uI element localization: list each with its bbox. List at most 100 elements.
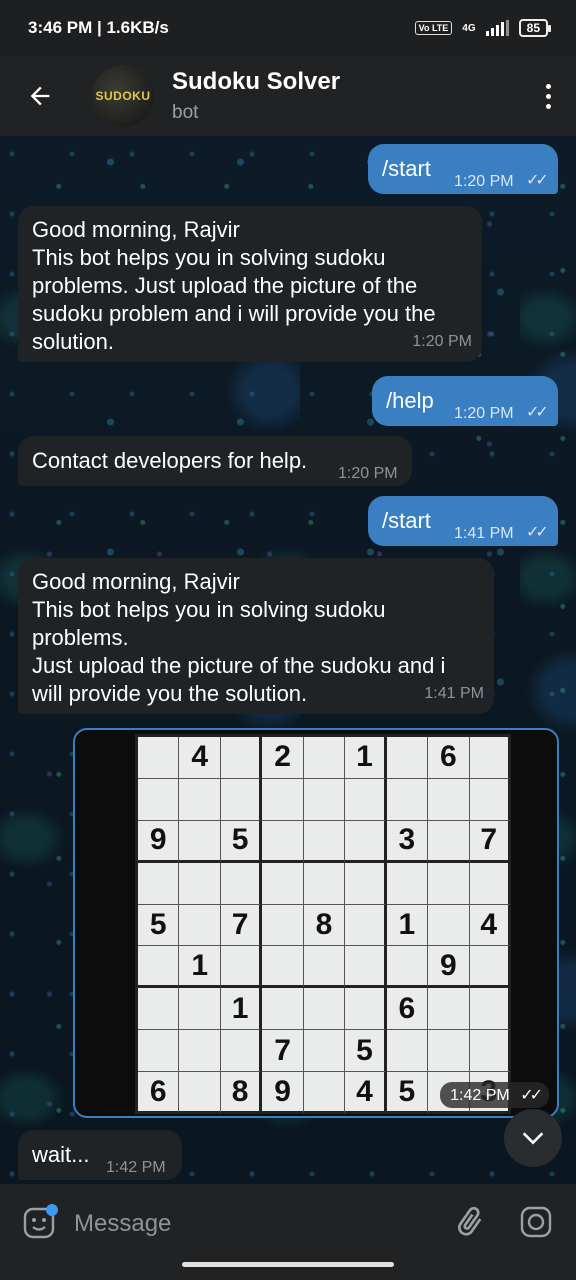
sudoku-cell (469, 778, 511, 821)
sudoku-cell (179, 1072, 221, 1114)
message-line: problems. (32, 625, 129, 650)
sudoku-cell (469, 946, 511, 989)
status-icons: Vo LTE 4G 85 (414, 19, 552, 37)
sudoku-cell (386, 946, 429, 989)
sudoku-cell: 4 (179, 737, 221, 779)
sudoku-cell (303, 1072, 346, 1114)
sudoku-cell (428, 862, 470, 905)
sudoku-cell (469, 862, 511, 905)
outgoing-message[interactable]: /start 1:20 PM ✓✓ (368, 144, 558, 194)
sudoku-cell (179, 778, 221, 821)
sudoku-cell: 4 (469, 904, 511, 947)
sudoku-cell: 9 (138, 820, 180, 863)
sudoku-cell (138, 737, 180, 779)
back-button[interactable] (0, 56, 80, 136)
sudoku-cell: 1 (179, 946, 221, 989)
message-text: /start (382, 156, 431, 181)
photo-message[interactable]: 4216953757814191675689453 1:42 PM ✓✓ (73, 728, 559, 1118)
incoming-message[interactable]: Contact developers for help. 1:20 PM (18, 436, 412, 486)
sudoku-cell (386, 737, 429, 779)
message-line: will provide you the solution. (32, 681, 308, 706)
home-indicator[interactable] (182, 1262, 394, 1267)
sudoku-cell (262, 988, 304, 1031)
photo-time-badge: 1:42 PM ✓✓ (440, 1082, 549, 1108)
sudoku-cell (303, 862, 346, 905)
sudoku-cell (469, 737, 511, 779)
sudoku-cell (138, 862, 180, 905)
message-input[interactable] (74, 1206, 434, 1242)
more-menu-button[interactable] (520, 56, 576, 136)
sudoku-cell (386, 778, 429, 821)
sudoku-cell (179, 1030, 221, 1073)
message-line: problems. Just upload the picture of the (32, 273, 418, 298)
message-text: wait... (32, 1142, 90, 1167)
sudoku-cell (386, 862, 429, 905)
sudoku-cell (138, 946, 180, 989)
sudoku-cell (220, 778, 263, 821)
sudoku-cell: 1 (220, 988, 263, 1031)
message-time: 1:41 PM (424, 685, 484, 702)
message-time: 1:42 PM (450, 1087, 510, 1104)
sudoku-cell: 9 (262, 1072, 304, 1114)
sudoku-cell: 1 (386, 904, 429, 947)
chat-title-block[interactable]: Sudoku Solver bot (172, 68, 340, 124)
sudoku-cell: 7 (262, 1030, 304, 1073)
sudoku-cell (262, 904, 304, 947)
sudoku-cell (262, 820, 304, 863)
camera-button[interactable] (518, 1204, 554, 1240)
outgoing-message[interactable]: /start 1:41 PM ✓✓ (368, 496, 558, 546)
sudoku-grid: 4216953757814191675689453 (135, 734, 511, 1114)
sudoku-cell: 5 (345, 1030, 387, 1073)
message-time: 1:41 PM (454, 525, 514, 542)
message-time: 1:20 PM (454, 173, 514, 190)
chat-header: SUDOKU Sudoku Solver bot (0, 56, 576, 136)
message-line: sudoku problem and i will provide you th… (32, 301, 436, 326)
sudoku-cell (220, 946, 263, 989)
sudoku-cell: 5 (220, 820, 263, 863)
incoming-message[interactable]: wait... 1:42 PM (18, 1130, 182, 1180)
avatar[interactable]: SUDOKU (92, 65, 154, 127)
message-line: Good morning, Rajvir (32, 569, 240, 594)
double-check-icon: ✓✓ (526, 404, 549, 421)
sudoku-cell: 9 (428, 946, 470, 989)
sudoku-cell: 6 (386, 988, 429, 1031)
attach-button[interactable] (452, 1204, 488, 1240)
sudoku-cell: 5 (138, 904, 180, 947)
sudoku-cell (345, 946, 387, 989)
sudoku-cell (345, 820, 387, 863)
incoming-message[interactable]: Good morning, Rajvir This bot helps you … (18, 206, 482, 362)
sudoku-cell (303, 988, 346, 1031)
sudoku-cell (469, 988, 511, 1031)
sudoku-cell (428, 988, 470, 1031)
sudoku-cell (138, 1030, 180, 1073)
incoming-message[interactable]: Good morning, Rajvir This bot helps you … (18, 558, 494, 714)
message-text: Contact developers for help. (32, 448, 308, 473)
sudoku-cell (179, 988, 221, 1031)
emoji-button[interactable] (22, 1204, 58, 1240)
sudoku-cell (220, 1030, 263, 1073)
chat-subtitle: bot (172, 102, 199, 123)
sudoku-cell (262, 946, 304, 989)
message-line: This bot helps you in solving sudoku (32, 597, 386, 622)
scroll-down-button[interactable] (504, 1109, 562, 1167)
sudoku-cell (386, 1030, 429, 1073)
signal-icon (485, 20, 509, 36)
sudoku-cell (138, 988, 180, 1031)
sudoku-cell: 7 (220, 904, 263, 947)
sudoku-cell (262, 778, 304, 821)
message-line: Just upload the picture of the sudoku an… (32, 653, 446, 678)
message-line: solution. (32, 329, 114, 354)
double-check-icon: ✓✓ (520, 1087, 543, 1104)
sudoku-cell (345, 988, 387, 1031)
sudoku-cell: 2 (262, 737, 304, 779)
sudoku-cell (345, 904, 387, 947)
sudoku-cell (428, 904, 470, 947)
volte-icon: Vo LTE (414, 21, 453, 35)
double-check-icon: ✓✓ (526, 524, 549, 541)
sudoku-cell: 8 (303, 904, 346, 947)
network-type: 4G (462, 22, 476, 34)
outgoing-message[interactable]: /help 1:20 PM ✓✓ (372, 376, 558, 426)
double-check-icon: ✓✓ (526, 172, 549, 189)
sudoku-cell: 3 (386, 820, 429, 863)
battery-icon: 85 (518, 19, 552, 37)
